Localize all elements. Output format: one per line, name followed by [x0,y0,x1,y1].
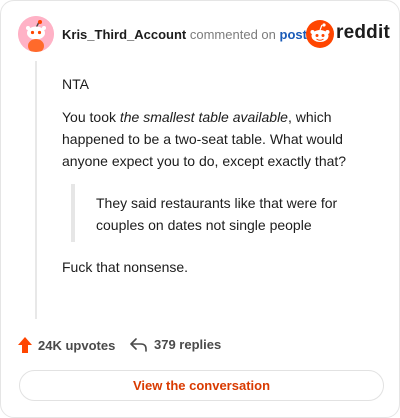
comment-text: You took [62,109,120,125]
upvotes-count: 24K upvotes [38,337,116,353]
replies-count: 379 replies [154,337,222,352]
reddit-logo-icon [306,20,334,48]
blockquote: They said restaurants like that were for… [71,184,356,242]
reddit-logo[interactable]: reddit [306,20,390,48]
user-avatar[interactable] [18,16,54,52]
reply-arrow-icon [130,337,147,352]
upvote-arrow-icon [18,337,32,353]
comment-card: Kris_Third_Account commented on post red… [0,0,400,418]
comment-line-nta: NTA [62,76,89,92]
username[interactable]: Kris_Third_Account [62,27,186,42]
comment-paragraph: You took the smallest table available, w… [62,106,372,172]
view-conversation-label: View the conversation [132,378,271,393]
reddit-wordmark: reddit [336,22,390,43]
comment-attribution: Kris_Third_Account commented on post [62,27,307,42]
snoo-avatar-icon [18,16,54,52]
upvotes-stat[interactable]: 24K upvotes [18,337,115,353]
view-conversation-button[interactable]: View the conversation [19,370,384,401]
commented-on-label: commented on [189,27,276,42]
comment-body: NTA You took the smallest table availabl… [62,73,372,278]
comment-header: Kris_Third_Account commented on post red… [18,16,390,52]
quote-text: They said restaurants like that were for… [96,195,338,233]
thread-line [35,61,37,319]
comment-footer: 24K upvotes 379 replies [18,335,384,357]
replies-stat[interactable]: 379 replies [130,337,221,352]
comment-closing-line: Fuck that nonsense. [62,259,189,275]
post-link[interactable]: post [280,27,307,42]
comment-emphasis: the smallest table available [119,109,288,125]
